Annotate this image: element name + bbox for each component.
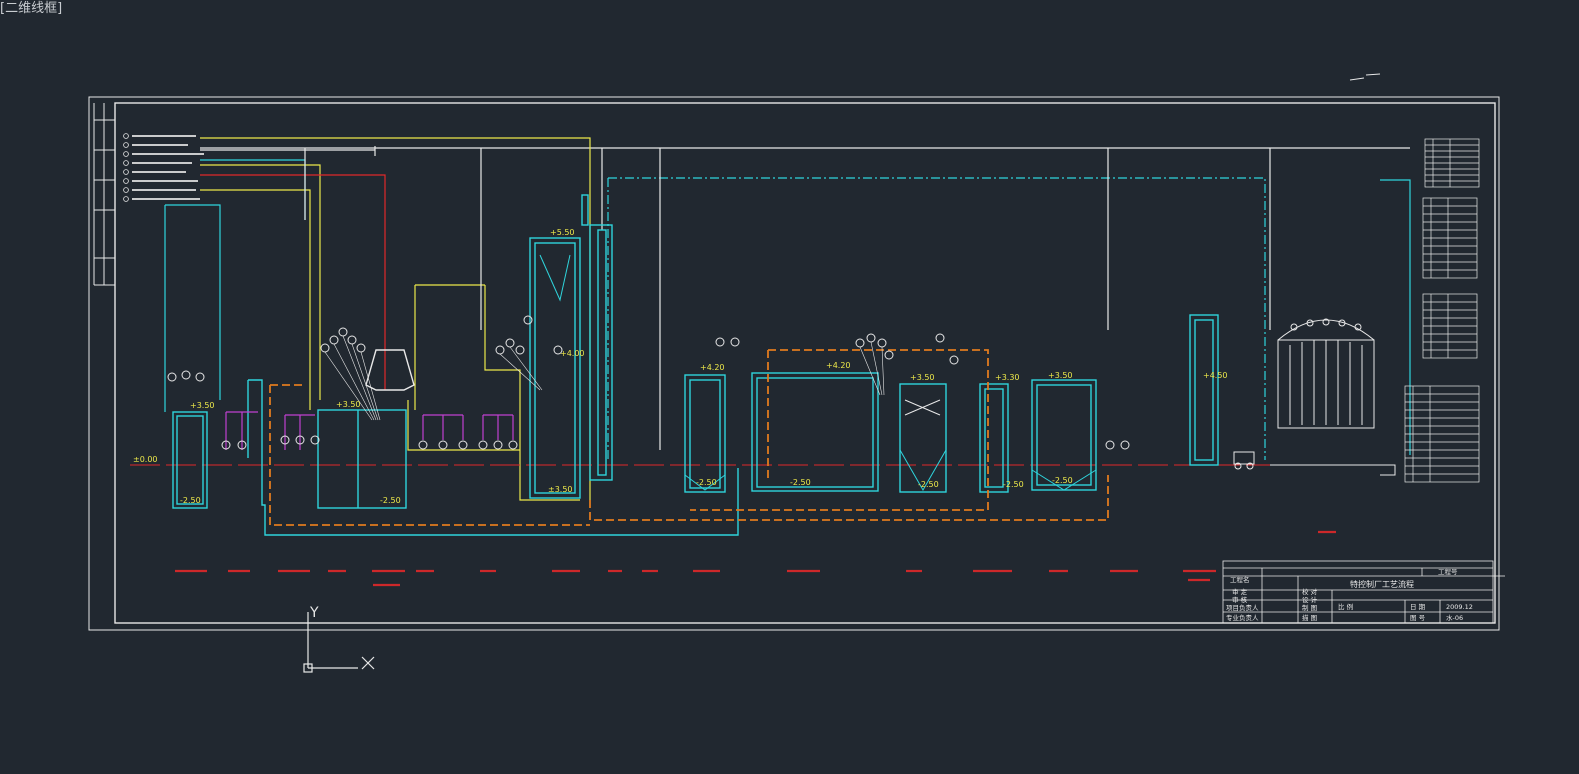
elevation-e18: -2.50	[1052, 476, 1073, 485]
elevation-e19: +4.50	[1203, 371, 1228, 380]
ucs-y-label: Y	[309, 605, 319, 621]
elevation-e11: -2.50	[696, 478, 717, 487]
title-date-value: 2009.12	[1446, 603, 1473, 611]
ucs-icon	[303, 612, 375, 673]
elevation-e7: +4.00	[560, 349, 585, 358]
elevation-e9: +4.20	[700, 363, 725, 372]
instrument-bubbles	[167, 315, 1362, 382]
elevation-e2: -2.50	[180, 496, 201, 505]
title-block-text: 工程号 特控制厂工艺流程 工程名 审 定 审 核 项目负责人 专业负责人 校 对…	[1226, 567, 1473, 622]
title-drawing-title: 特控制厂工艺流程	[1350, 579, 1414, 589]
valve-manifolds	[225, 411, 514, 450]
elevation-e14: -2.50	[918, 480, 939, 489]
title-date-label: 日 期	[1410, 603, 1426, 611]
title-mid-1: 设 计	[1302, 595, 1318, 604]
elevation-e12: -2.50	[790, 478, 811, 487]
title-mid-0: 校 对	[1302, 587, 1318, 596]
title-mid-2: 制 图	[1302, 603, 1317, 612]
elevation-e15: +3.30	[995, 373, 1020, 382]
title-row-0: 工程名	[1230, 575, 1250, 584]
blower-equipment	[1233, 319, 1396, 476]
title-mid-3: 描 图	[1302, 613, 1317, 622]
top-pipelines	[164, 137, 1411, 501]
elevation-e8: ±3.50	[548, 485, 573, 494]
sheet-border	[88, 96, 1500, 631]
title-row-4: 专业负责人	[1226, 613, 1259, 622]
title-row-1: 审 定	[1232, 587, 1248, 596]
elevation-e10: +4.20	[826, 361, 851, 370]
title-project-label: 工程号	[1438, 567, 1458, 576]
elevation-e3: +3.50	[190, 401, 215, 410]
title-sheet-value: 水-06	[1446, 613, 1463, 622]
title-sheet-label: 图 号	[1410, 614, 1426, 622]
elevation-e4: +3.50	[336, 400, 361, 409]
unit-labels	[175, 530, 1336, 587]
elevation-e1: ±0.00	[133, 455, 158, 464]
stray-marks	[1180, 73, 1381, 98]
title-scale-label: 比 例	[1338, 602, 1353, 611]
elevation-e16: -2.50	[1003, 480, 1024, 489]
elevation-e5: -2.50	[380, 496, 401, 505]
pipe-legend	[123, 133, 204, 202]
elevation-e17: +3.50	[1048, 371, 1073, 380]
title-row-3: 项目负责人	[1226, 603, 1259, 612]
legend-tables	[1404, 138, 1480, 483]
elevation-e13: +3.50	[910, 373, 935, 382]
elevation-e6: +5.50	[550, 228, 575, 237]
title-row-2: 审 核	[1232, 595, 1248, 604]
cad-drawing-canvas[interactable]: ±0.00 -2.50 +3.50 +3.50 -2.50 +5.50 +4.0…	[0, 0, 1579, 774]
elevation-markers: ±0.00 -2.50 +3.50 +3.50 -2.50 +5.50 +4.0…	[133, 228, 1228, 505]
